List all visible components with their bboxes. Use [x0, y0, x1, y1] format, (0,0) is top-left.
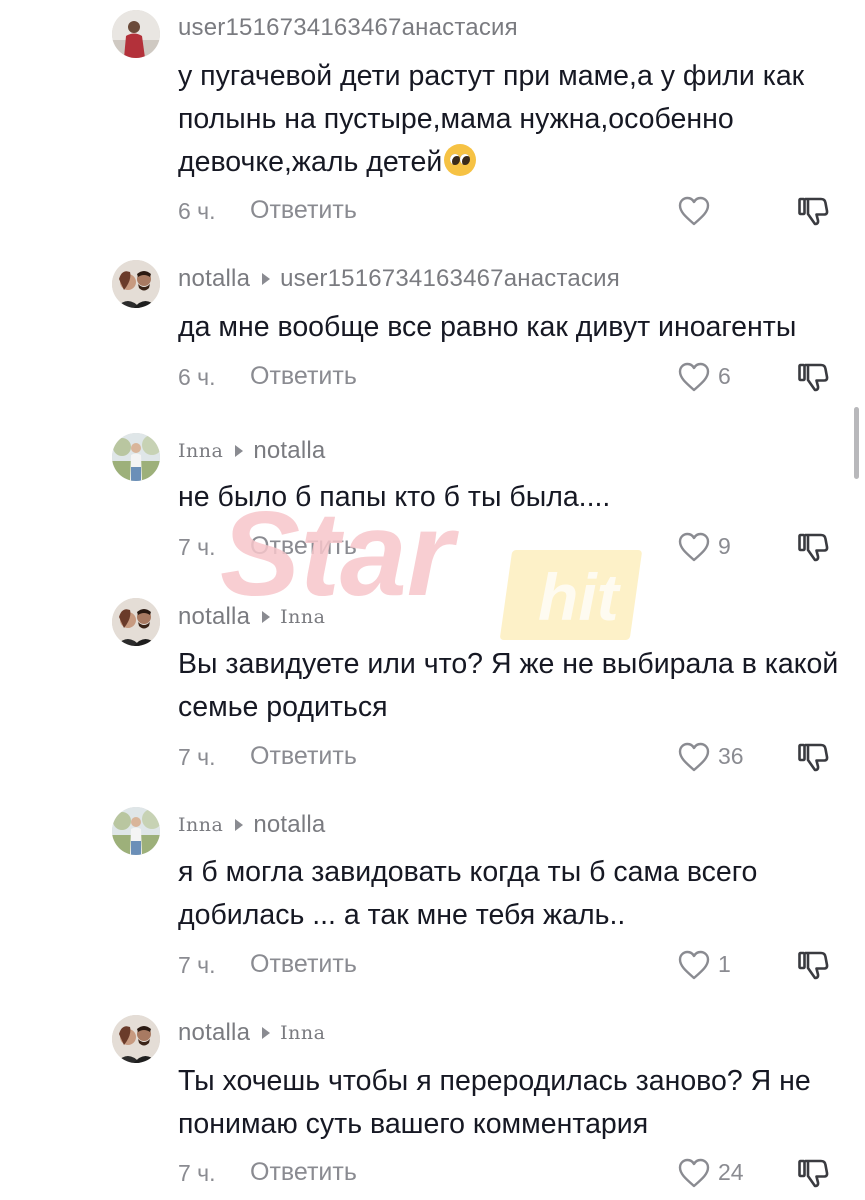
author-name[interactable]: user1516734163467анастасия	[178, 14, 518, 42]
author-name[interactable]: Inna	[178, 440, 223, 462]
timestamp: 6 ч.	[178, 364, 216, 390]
timestamp: 7 ч.	[178, 534, 216, 560]
author-name[interactable]: Inna	[178, 814, 223, 836]
triangle-right-icon	[262, 611, 271, 623]
reply-to-name[interactable]: Inna	[280, 1022, 325, 1044]
author-name[interactable]: notalla	[178, 603, 250, 631]
heart-outline-icon[interactable]	[676, 359, 712, 395]
comment-text: да мне вообще все равно как дивут иноаге…	[178, 311, 797, 343]
comment-text-content: у пугачевой дети растут при маме,а у фил…	[178, 60, 805, 178]
avatar[interactable]	[112, 1015, 160, 1063]
comment-header: notalla user1516734163467анастасия	[178, 262, 620, 296]
comment-text: у пугачевой дети растут при маме,а у фил…	[178, 55, 848, 184]
thumbs-down-icon[interactable]	[796, 194, 830, 228]
like-count: 36	[718, 743, 744, 769]
author-name[interactable]: notalla	[178, 1019, 250, 1047]
avatar[interactable]	[112, 807, 160, 855]
heart-outline-icon[interactable]	[676, 947, 712, 983]
heart-outline-icon[interactable]	[676, 193, 712, 229]
triangle-right-icon	[262, 1027, 271, 1039]
comment-text: Вы завидуете или что? Я же не выбирала в…	[178, 648, 839, 723]
like-count: 9	[718, 533, 731, 559]
comment-text: не было б папы кто б ты была....	[178, 481, 611, 513]
avatar[interactable]	[112, 433, 160, 481]
like-count: 24	[718, 1159, 744, 1185]
avatar[interactable]	[112, 598, 160, 646]
avatar[interactable]	[112, 260, 160, 308]
triangle-right-icon	[262, 273, 271, 285]
reply-to-name[interactable]: user1516734163467анастасия	[280, 265, 620, 293]
timestamp: 7 ч.	[178, 744, 216, 770]
reply-button[interactable]: Ответить	[250, 196, 357, 225]
comment-header: Inna notalla	[178, 808, 325, 842]
like-count: 1	[718, 951, 731, 977]
reply-to-name[interactable]: Inna	[280, 606, 325, 628]
reply-button[interactable]: Ответить	[250, 950, 357, 979]
timestamp: 7 ч.	[178, 952, 216, 978]
comment-actions: 6 ч. Ответить 6	[0, 358, 865, 398]
author-name[interactable]: notalla	[178, 265, 250, 293]
pleading-face-emoji-icon	[444, 144, 477, 176]
comment-header: notalla Inna	[178, 1016, 325, 1050]
triangle-right-icon	[235, 445, 244, 457]
comment-text: Ты хочешь чтобы я переродилась заново? Я…	[178, 1065, 811, 1140]
comment-actions: 7 ч. Ответить 24	[0, 1154, 865, 1194]
thumbs-down-icon[interactable]	[796, 360, 830, 394]
reply-button[interactable]: Ответить	[250, 532, 357, 561]
reply-button[interactable]: Ответить	[250, 742, 357, 771]
heart-outline-icon[interactable]	[676, 1155, 712, 1191]
reply-button[interactable]: Ответить	[250, 1158, 357, 1187]
thumbs-down-icon[interactable]	[796, 948, 830, 982]
scrollbar[interactable]	[854, 407, 859, 479]
comment-actions: 7 ч. Ответить 9	[0, 528, 865, 568]
comment-actions: 7 ч. Ответить 1	[0, 946, 865, 986]
svg-text:hit: hit	[538, 560, 622, 634]
thumbs-down-icon[interactable]	[796, 530, 830, 564]
avatar[interactable]	[112, 10, 160, 58]
comment-actions: 7 ч. Ответить 36	[0, 738, 865, 778]
reply-button[interactable]: Ответить	[250, 362, 357, 391]
timestamp: 7 ч.	[178, 1160, 216, 1186]
comment-actions: 6 ч. Ответить	[0, 192, 865, 232]
thumbs-down-icon[interactable]	[796, 1156, 830, 1190]
triangle-right-icon	[235, 819, 244, 831]
comment-header: user1516734163467анастасия	[178, 11, 518, 45]
timestamp: 6 ч.	[178, 198, 216, 224]
reply-to-name[interactable]: notalla	[253, 437, 325, 465]
thumbs-down-icon[interactable]	[796, 740, 830, 774]
heart-outline-icon[interactable]	[676, 739, 712, 775]
like-count: 6	[718, 363, 731, 389]
comment-header: Inna notalla	[178, 434, 325, 468]
heart-outline-icon[interactable]	[676, 529, 712, 565]
reply-to-name[interactable]: notalla	[253, 811, 325, 839]
comment-text: я б могла завидовать когда ты б сама все…	[178, 856, 758, 931]
comment-header: notalla Inna	[178, 600, 325, 634]
